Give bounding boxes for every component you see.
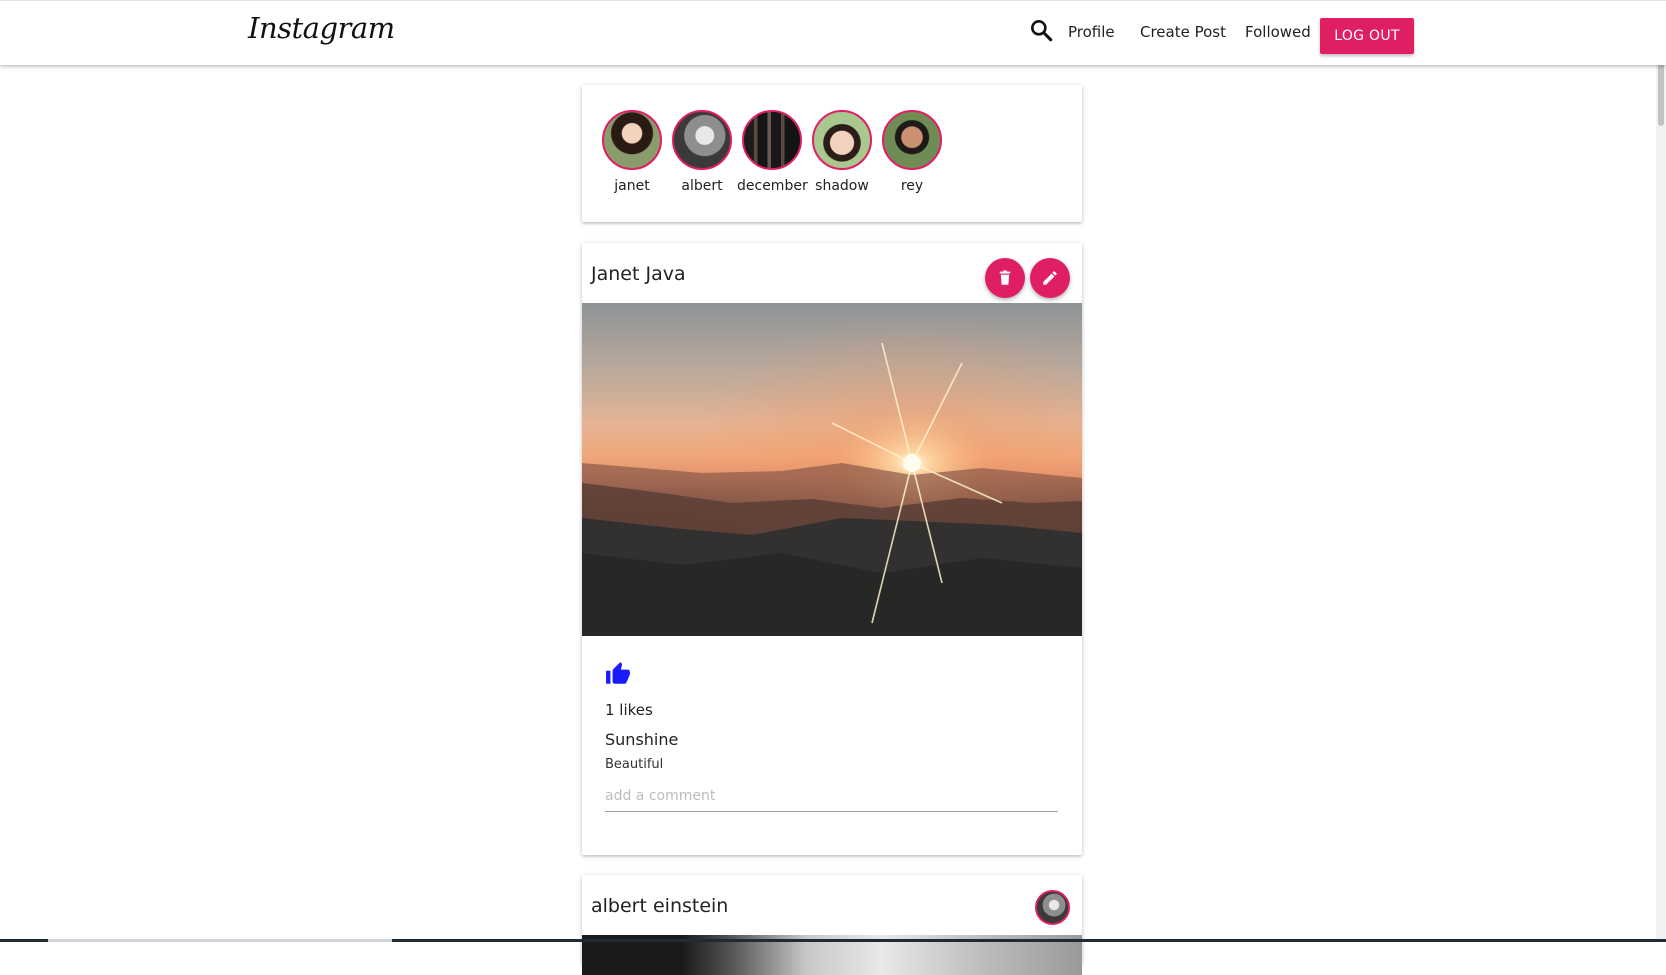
post-card: Janet Java 1 likes Sunshine Beautiful ad… xyxy=(582,243,1082,855)
avatar xyxy=(672,110,732,170)
post-author[interactable]: Janet Java xyxy=(591,263,686,285)
story-december[interactable]: december xyxy=(737,110,808,194)
delete-post-button[interactable] xyxy=(985,258,1025,298)
story-albert[interactable]: albert xyxy=(667,110,737,194)
avatar xyxy=(602,110,662,170)
post-image xyxy=(582,303,1082,636)
logout-button[interactable]: LOG OUT xyxy=(1320,18,1414,54)
story-rey[interactable]: rey xyxy=(877,110,947,194)
scrollbar[interactable] xyxy=(1656,0,1666,942)
avatar xyxy=(742,110,802,170)
edit-post-button[interactable] xyxy=(1030,258,1070,298)
edit-icon xyxy=(1043,271,1057,285)
avatar[interactable] xyxy=(1035,890,1070,925)
post-title: Sunshine xyxy=(605,730,679,749)
story-name: december xyxy=(737,178,808,194)
story-janet[interactable]: janet xyxy=(597,110,667,194)
story-name: albert xyxy=(681,178,723,194)
sunset-mountains-image xyxy=(582,303,1082,636)
story-name: janet xyxy=(614,178,650,194)
thumb-up-icon[interactable] xyxy=(605,661,631,687)
navbar: Instagram Profile Create Post Followed L… xyxy=(0,0,1666,65)
stories-card: janet albert december shadow rey xyxy=(582,85,1082,222)
nav-create-post-link[interactable]: Create Post xyxy=(1140,23,1226,41)
post-card: albert einstein xyxy=(582,875,1082,975)
story-shadow[interactable]: shadow xyxy=(807,110,877,194)
nav-profile-link[interactable]: Profile xyxy=(1068,23,1115,41)
delete-icon xyxy=(999,270,1011,285)
story-name: rey xyxy=(900,178,924,194)
avatar xyxy=(882,110,942,170)
comment-input[interactable] xyxy=(605,781,1058,812)
post-body: Beautiful xyxy=(605,757,664,772)
brand-logo[interactable]: Instagram xyxy=(248,11,395,45)
avatar xyxy=(812,110,872,170)
nav-followed-link[interactable]: Followed xyxy=(1245,23,1311,41)
likes-count: 1 likes xyxy=(605,701,653,719)
post-author[interactable]: albert einstein xyxy=(591,895,728,917)
search-icon[interactable] xyxy=(1028,17,1054,43)
story-name: shadow xyxy=(815,178,869,194)
